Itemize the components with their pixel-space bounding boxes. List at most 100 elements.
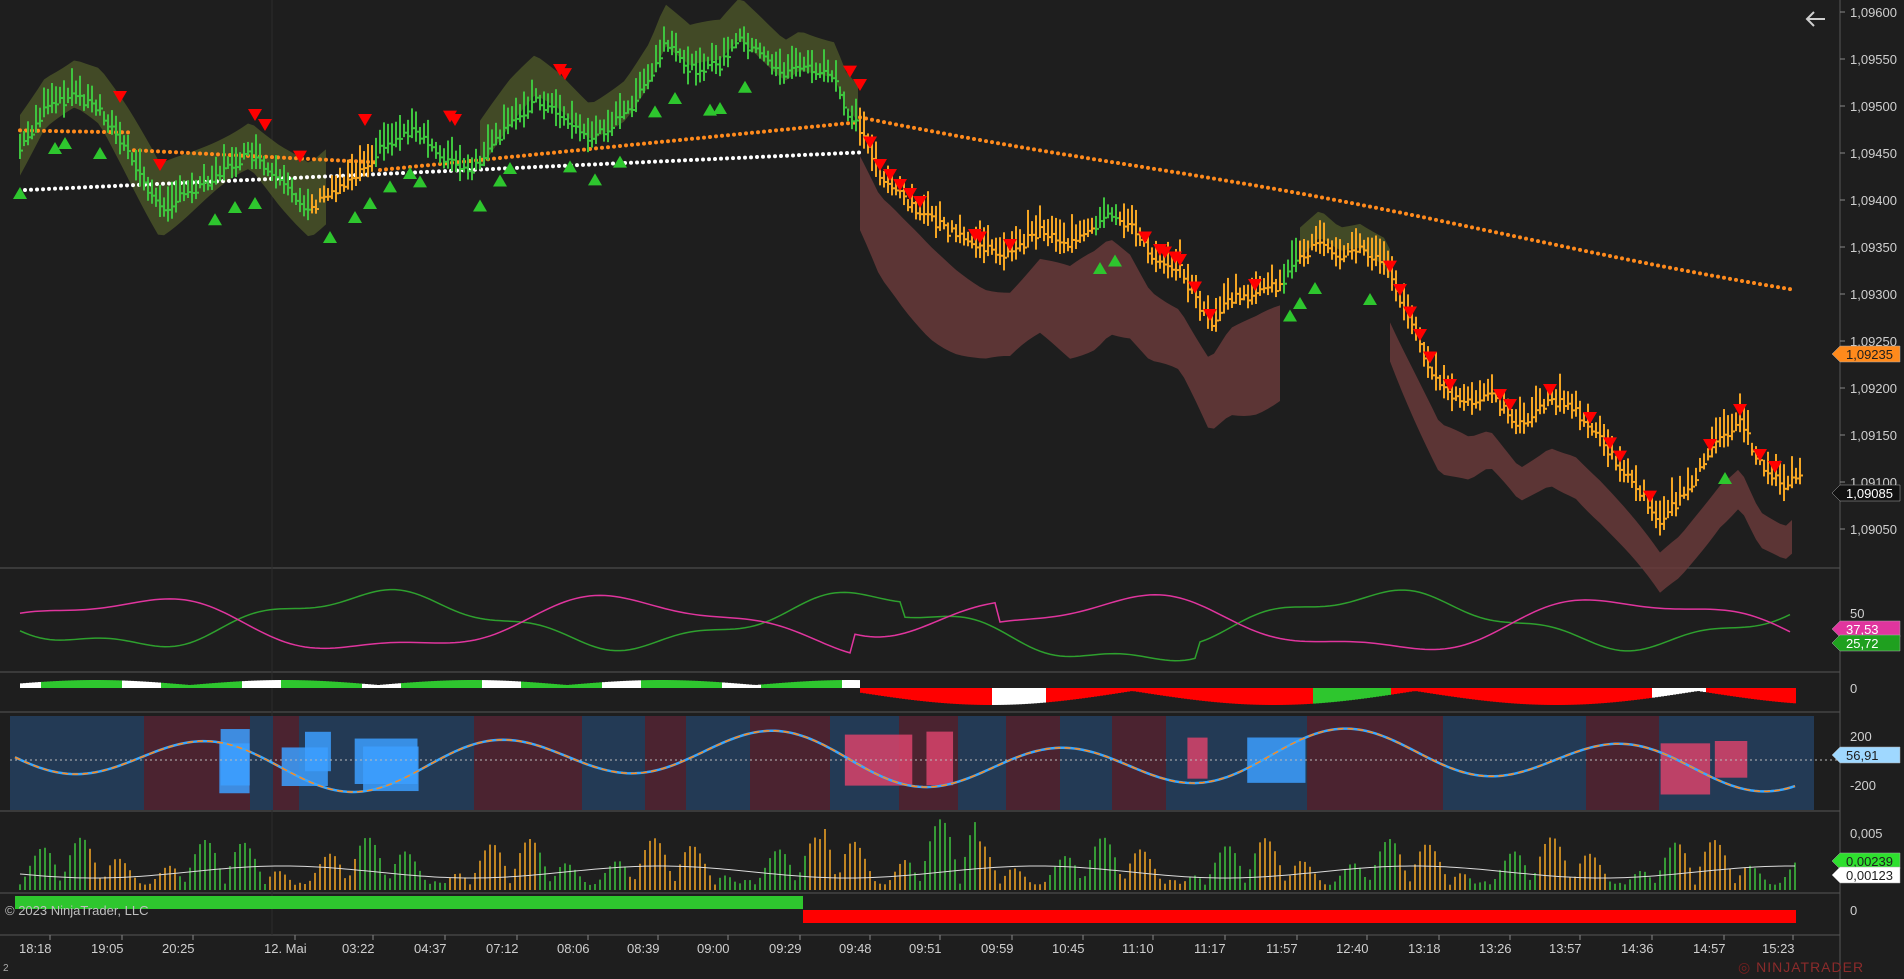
ema-dot: [174, 150, 178, 155]
ema-dot-white: [113, 183, 117, 188]
ema-dot: [714, 134, 718, 139]
histogram-bar: [1622, 688, 1625, 702]
ema-dot-white: [737, 155, 741, 160]
ema-dot: [948, 132, 952, 137]
histogram-bar: [701, 681, 704, 688]
trend-strip-bear: [803, 910, 1796, 923]
histogram-bar: [1196, 688, 1199, 701]
histogram-bar: [809, 681, 812, 688]
ema-dot-white: [47, 186, 51, 191]
histogram-bar: [680, 680, 683, 688]
histogram-bar: [1319, 688, 1322, 704]
histogram-bar: [797, 681, 800, 688]
ema-dot: [1734, 277, 1738, 282]
histogram-bar: [1508, 688, 1511, 704]
ema-dot: [1476, 226, 1480, 231]
trend-value-tag-label: 56,91: [1846, 748, 1879, 763]
histogram-bar: [1442, 688, 1445, 696]
histogram-bar: [1184, 688, 1187, 699]
histogram-bar: [1724, 688, 1727, 696]
histogram-bar: [383, 684, 386, 688]
histogram-bar: [1283, 688, 1286, 705]
histogram-bar: [1055, 688, 1058, 702]
ema-dot: [1284, 188, 1288, 193]
ema-dot: [1434, 217, 1438, 222]
histogram-bar: [1568, 688, 1571, 705]
ema-dot-white: [743, 155, 747, 160]
histogram-bar: [239, 681, 242, 688]
histogram-bar: [653, 680, 656, 688]
ema-dot: [1260, 184, 1264, 189]
trading-chart[interactable]: 1,09600 1,09550 1,09500 1,09450 1,09400 1,093…: [0, 0, 1904, 979]
ema-dot: [1740, 278, 1744, 283]
ema-dot: [756, 130, 760, 135]
ema-dot-white: [857, 150, 861, 155]
ema-dot-white: [689, 158, 693, 163]
histogram-bar: [29, 682, 32, 688]
histogram-bar: [1358, 688, 1361, 700]
histogram-bar: [1073, 688, 1076, 700]
back-arrow-icon[interactable]: [1803, 6, 1829, 32]
buy-signal-icon: [228, 201, 242, 213]
ema-dot: [1650, 262, 1654, 267]
histogram-bar: [935, 688, 938, 703]
histogram-bar: [929, 688, 932, 702]
histogram-bar: [320, 680, 323, 688]
ema-dot: [1302, 192, 1306, 197]
histogram-bar: [1376, 688, 1379, 697]
buy-signal-icon: [648, 105, 662, 118]
ema-dot: [1128, 162, 1132, 167]
buy-signal-icon: [713, 102, 727, 114]
histogram-bar: [1085, 688, 1088, 698]
panel-trend: [10, 716, 1840, 810]
histogram-bar: [1457, 688, 1460, 698]
ema-dot: [1578, 247, 1582, 252]
ema-dot: [1398, 210, 1402, 215]
histogram-bar: [1721, 688, 1724, 695]
price-tick-label: 1,09550: [1850, 52, 1897, 67]
histogram-bar: [1208, 688, 1211, 702]
histogram-bar: [23, 683, 26, 688]
histogram-bar: [182, 684, 185, 688]
histogram-bar: [101, 680, 104, 688]
histogram-bar: [98, 680, 101, 688]
histogram-bar: [1499, 688, 1502, 703]
histogram-bar: [296, 680, 299, 688]
histogram-bar: [419, 681, 422, 688]
ema-dot: [1140, 164, 1144, 169]
histogram-bar: [131, 680, 134, 688]
histogram-bar: [1436, 688, 1439, 695]
ema-dot: [648, 141, 652, 145]
histogram-bar: [458, 680, 461, 688]
histogram-bar: [1280, 688, 1283, 705]
ema-dot-white: [713, 156, 717, 161]
ema-dot: [1338, 198, 1342, 203]
ema-dot-white: [263, 177, 267, 182]
histogram-bar: [1106, 688, 1109, 695]
histogram-bar: [89, 680, 92, 688]
histogram-bar: [821, 680, 824, 688]
histogram-bar: [779, 682, 782, 688]
ema-dot: [1638, 259, 1642, 264]
histogram-bar: [362, 683, 365, 688]
histogram-bar: [452, 680, 455, 688]
histogram-bar: [440, 680, 443, 688]
histogram-bar: [626, 680, 629, 688]
histogram-bar: [1211, 688, 1214, 702]
ema-dot: [624, 143, 628, 148]
buy-signal-icon: [93, 147, 107, 159]
ema-dot: [1326, 196, 1330, 201]
histogram-bar: [491, 680, 494, 688]
histogram-bar: [314, 680, 317, 688]
ema-dot: [420, 163, 424, 168]
histogram-bar: [227, 682, 230, 688]
ema-dot: [792, 126, 796, 131]
histogram-bar: [1535, 688, 1538, 705]
ema-dot-white: [239, 178, 243, 183]
histogram-bar: [848, 680, 851, 688]
ema-dot-white: [845, 151, 849, 156]
ema-dot: [42, 128, 46, 133]
ema-dot-white: [323, 174, 327, 179]
histogram-bar: [401, 683, 404, 688]
ema-dot: [1350, 201, 1354, 206]
